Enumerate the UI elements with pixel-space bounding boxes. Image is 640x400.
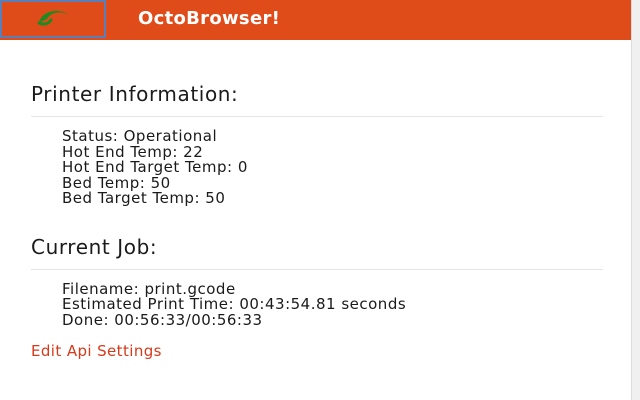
logo-button[interactable] — [0, 0, 106, 38]
bed-target-text: Bed Target Temp: 50 — [62, 189, 226, 207]
scrollbar[interactable] — [631, 0, 640, 400]
edit-api-settings-link[interactable]: Edit Api Settings — [31, 342, 162, 360]
done-text: Done: 00:56:33/00:56:33 — [62, 310, 263, 329]
app-title: OctoBrowser! — [138, 8, 281, 29]
current-job-heading: Current Job: — [31, 234, 158, 259]
header-bar: OctoBrowser! — [0, 0, 632, 40]
divider — [31, 116, 603, 117]
main-content: Printer Information: Status: Operational… — [31, 80, 603, 360]
octoprint-logo-icon — [31, 5, 75, 33]
job-info-block: Filename: print.gcode Estimated Print Ti… — [31, 281, 603, 329]
printer-info-block: Status: Operational Hot End Temp: 22 Hot… — [31, 128, 603, 207]
popup-window: OctoBrowser! Printer Information: Status… — [0, 0, 640, 400]
printer-info-heading: Printer Information: — [31, 82, 239, 106]
divider — [31, 268, 603, 270]
